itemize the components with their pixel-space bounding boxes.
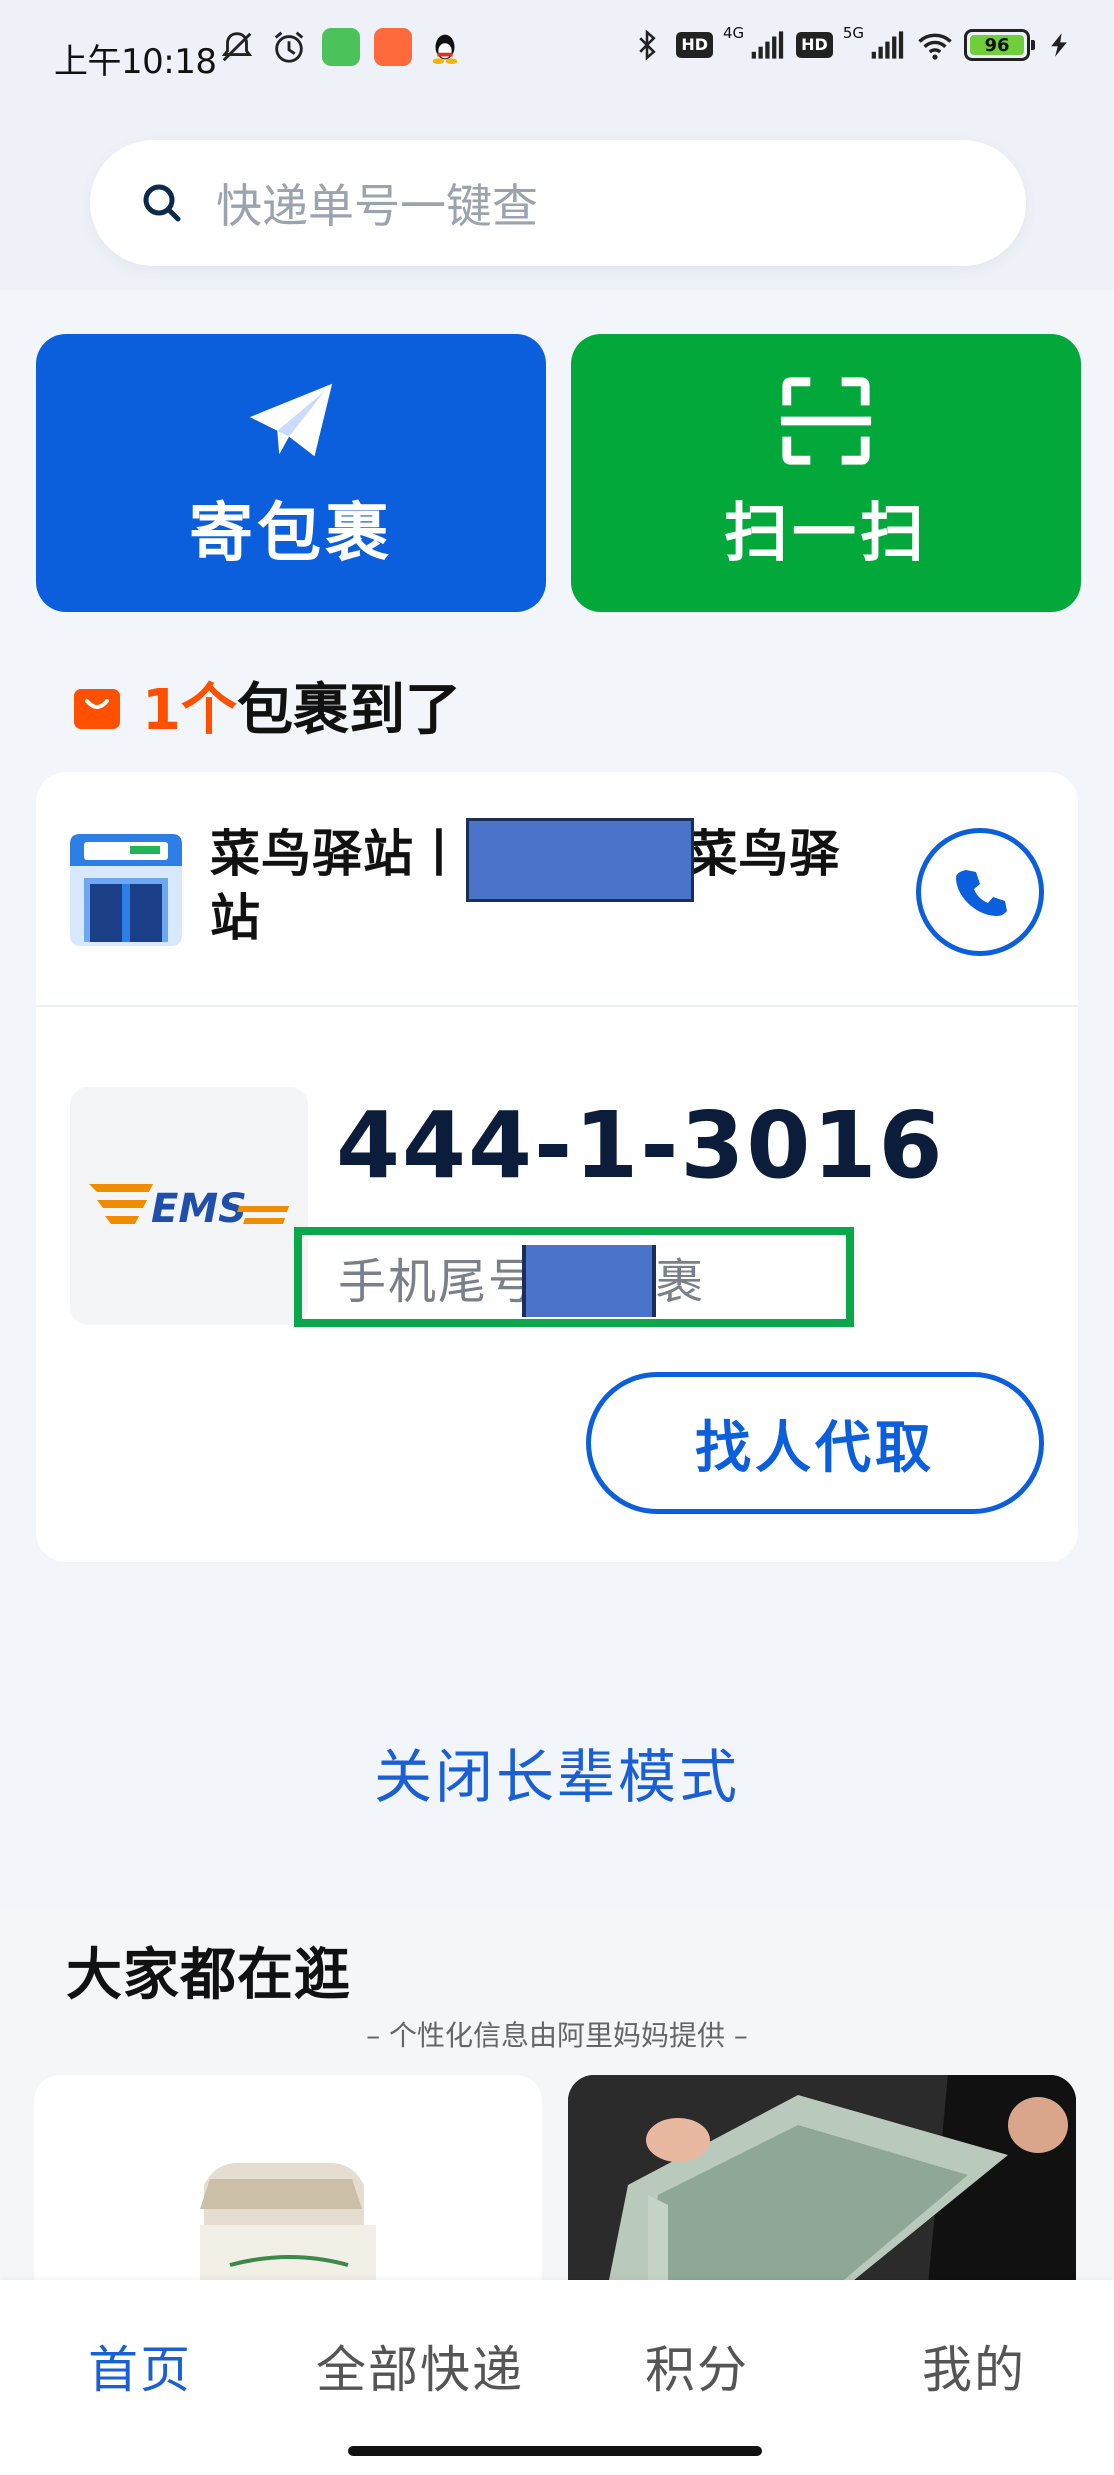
shopping-bag-icon (74, 688, 120, 729)
network-type-label-2: 5G (842, 24, 864, 42)
search-icon (143, 184, 181, 222)
wifi-icon (916, 26, 954, 64)
status-bar: 上午10:18 HD 4G HD 5G 96 (0, 0, 1114, 110)
ems-carrier-logo: EMS (70, 1087, 308, 1325)
phone-icon (956, 870, 1007, 916)
search-input[interactable]: 快递单号一键查 (90, 140, 1026, 266)
pickup-code: 444-1-3016 (336, 1092, 945, 1199)
mute-icon (218, 28, 256, 66)
recommend-item-2[interactable] (568, 2075, 1076, 2285)
redaction-box-2 (522, 1245, 656, 1317)
redaction-box (466, 818, 694, 902)
send-parcel-button[interactable]: 寄包裹 (36, 334, 546, 612)
arrived-header: 1个 包裹到了 (72, 665, 461, 746)
bluetooth-icon (628, 26, 666, 64)
recommend-title: 大家都在逛 (66, 1943, 351, 2008)
phone-tail-highlight: 手机尾号 的包裹 (294, 1227, 854, 1327)
shopping-app-icon (374, 28, 412, 66)
main-panel: 寄包裹 扫一扫 1个 包裹到了 菜鸟驿站丨 菜鸟驿站 EMS 444-1-301… (0, 290, 1114, 1910)
ems-logo-text: EMS (151, 1186, 247, 1232)
parcel-card[interactable]: 菜鸟驿站丨 大学校内菜鸟驿站 EMS 444-1-3016 手机尾号 的包裹 找… (36, 772, 1078, 1562)
call-station-button[interactable] (916, 828, 1044, 956)
send-parcel-label: 寄包裹 (189, 497, 393, 571)
tab-mine[interactable]: 我的 (922, 2330, 1026, 2402)
qq-icon (426, 28, 464, 66)
network-type-label: 4G (722, 24, 745, 42)
scan-icon (780, 377, 872, 465)
search-placeholder: 快递单号一键查 (216, 179, 538, 233)
status-notification-icons (218, 28, 464, 66)
home-indicator[interactable] (348, 2446, 762, 2456)
hd-badge: HD (676, 32, 713, 58)
alarm-icon (270, 28, 308, 66)
battery-level: 96 (970, 35, 1024, 56)
charging-icon (1040, 26, 1078, 64)
tab-home[interactable]: 首页 (88, 2330, 192, 2402)
recommend-subtitle: – 个性化信息由阿里妈妈提供 – (366, 2019, 748, 2052)
arrived-count: 1个 (142, 678, 237, 743)
status-time: 上午10:18 (54, 42, 217, 82)
arrived-text: 包裹到了 (236, 678, 461, 743)
ems-logo-icon: EMS (89, 1184, 289, 1232)
close-elder-mode-link[interactable]: 关闭长辈模式 (0, 1730, 1114, 1814)
ask-someone-to-pickup-button[interactable]: 找人代取 (586, 1372, 1044, 1514)
recommend-section: 大家都在逛 – 个性化信息由阿里妈妈提供 – (0, 1910, 1114, 2285)
station-row[interactable]: 菜鸟驿站丨 大学校内菜鸟驿站 (36, 772, 1078, 1007)
hd-badge-2: HD (796, 32, 833, 58)
signal-icon (748, 26, 786, 64)
battery-indicator: 96 (964, 29, 1035, 61)
status-system-icons: HD 4G HD 5G 96 (628, 24, 1078, 64)
scan-label: 扫一扫 (724, 497, 928, 571)
tab-all-express[interactable]: 全部快递 (316, 2330, 524, 2402)
scan-button[interactable]: 扫一扫 (571, 334, 1081, 612)
paper-plane-icon (249, 383, 333, 457)
tab-points[interactable]: 积分 (645, 2330, 749, 2402)
signal-icon-2 (868, 26, 906, 64)
gift-box-product-image (568, 2075, 1076, 2285)
recommend-item-1[interactable] (34, 2075, 542, 2285)
search-area: 快递单号一键查 (0, 110, 1114, 290)
app-notification-icon (322, 28, 360, 66)
station-store-icon (70, 834, 182, 946)
bottom-tab-bar: 首页 全部快递 积分 我的 (0, 2280, 1114, 2475)
rice-product-image (34, 2075, 542, 2285)
